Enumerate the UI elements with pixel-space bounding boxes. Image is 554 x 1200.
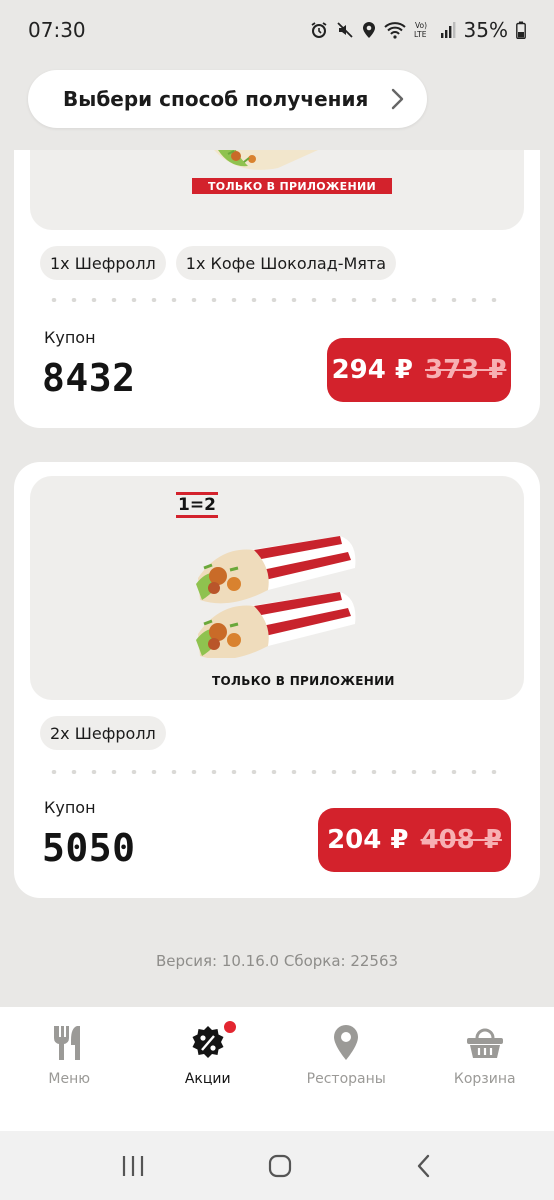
nav-promotions[interactable]: Акции (139, 1007, 278, 1131)
svg-text:Vo): Vo) (415, 21, 427, 30)
back-icon[interactable] (414, 1153, 434, 1179)
coupon-label: Купон (44, 798, 96, 817)
basket-icon (466, 1023, 504, 1063)
offer-image-2: 1=2 ТОЛЬКО В ПРИЛОЖЕНИИ (30, 476, 524, 700)
coupon-code: 8432 (42, 356, 136, 400)
offer-card-2[interactable]: 1=2 ТОЛЬКО В ПРИЛОЖЕНИИ 2х Шефролл (14, 462, 540, 768)
location-pin-icon (332, 1023, 360, 1063)
status-time: 07:30 (28, 18, 86, 42)
location-icon (362, 22, 375, 38)
nav-label: Акции (184, 1071, 231, 1087)
nav-menu[interactable]: Меню (0, 1007, 139, 1131)
volte-icon: Vo)LTE (414, 21, 427, 39)
status-icons: Vo) LTE 35% (310, 18, 526, 42)
wrap-image (214, 150, 318, 170)
nav-restaurants[interactable]: Рестораны (277, 1007, 416, 1131)
svg-text:LTE: LTE (414, 30, 427, 39)
price-button-2[interactable]: 204 ₽ 408 ₽ (318, 808, 511, 872)
perforation (44, 770, 510, 774)
promo-text: ТОЛЬКО В ПРИЛОЖЕНИИ (212, 674, 395, 688)
price-current: 294 ₽ (331, 355, 413, 385)
price-old: 408 ₽ (420, 825, 502, 855)
signal-icon (440, 22, 455, 38)
perforation (44, 298, 510, 302)
system-nav-bar (0, 1131, 554, 1200)
notification-dot (221, 1019, 238, 1035)
coupon-section-1: Купон 8432 294 ₽ 373 ₽ (14, 296, 540, 428)
nav-label: Корзина (453, 1071, 516, 1087)
delivery-method-selector[interactable]: Выбери способ получения (28, 70, 427, 128)
nav-cart[interactable]: Корзина (416, 1007, 554, 1131)
wrap-image (196, 536, 356, 658)
promo-banner: ТОЛЬКО В ПРИЛОЖЕНИИ (192, 178, 392, 194)
delivery-label: Выбери способ получения (63, 87, 369, 111)
discount-badge-icon (190, 1019, 238, 1063)
chevron-right-icon (391, 88, 404, 110)
item-chip: 1х Кофе Шоколад-Мята (175, 246, 397, 280)
coupon-code: 5050 (42, 826, 136, 870)
nav-label: Рестораны (306, 1071, 386, 1087)
coupon-label: Купон (44, 328, 96, 347)
item-chip: 1х Шефролл (40, 246, 166, 280)
nav-label: Меню (48, 1071, 91, 1087)
home-icon[interactable] (267, 1153, 293, 1179)
offer-card-1[interactable]: ТОЛЬКО В ПРИЛОЖЕНИИ 1х Шефролл 1х Кофе Ш… (14, 150, 540, 296)
status-bar: 07:30 Vo) LTE 35% (0, 0, 554, 60)
battery-percent: 35% (463, 18, 508, 42)
fork-knife-icon (51, 1023, 87, 1063)
recent-apps-icon[interactable] (120, 1154, 146, 1178)
offer-image-1: ТОЛЬКО В ПРИЛОЖЕНИИ (30, 150, 524, 230)
battery-icon (516, 21, 526, 39)
app-version: Версия: 10.16.0 Сборка: 22563 (155, 952, 399, 970)
offer-items-1: 1х Шефролл 1х Кофе Шоколад-Мята (40, 246, 397, 280)
price-old: 373 ₽ (425, 355, 507, 385)
wifi-icon (383, 22, 406, 39)
offer-items-2: 2х Шефролл (40, 716, 166, 750)
mute-icon (336, 22, 353, 38)
bottom-nav: Меню Акции Рестораны Корзина (0, 1007, 554, 1131)
promo-badge: 1=2 (176, 492, 218, 518)
alarm-icon (311, 22, 327, 38)
coupon-section-2: Купон 5050 204 ₽ 408 ₽ (14, 768, 540, 898)
price-current: 204 ₽ (327, 825, 409, 855)
item-chip: 2х Шефролл (40, 716, 166, 750)
price-button-1[interactable]: 294 ₽ 373 ₽ (327, 338, 511, 402)
